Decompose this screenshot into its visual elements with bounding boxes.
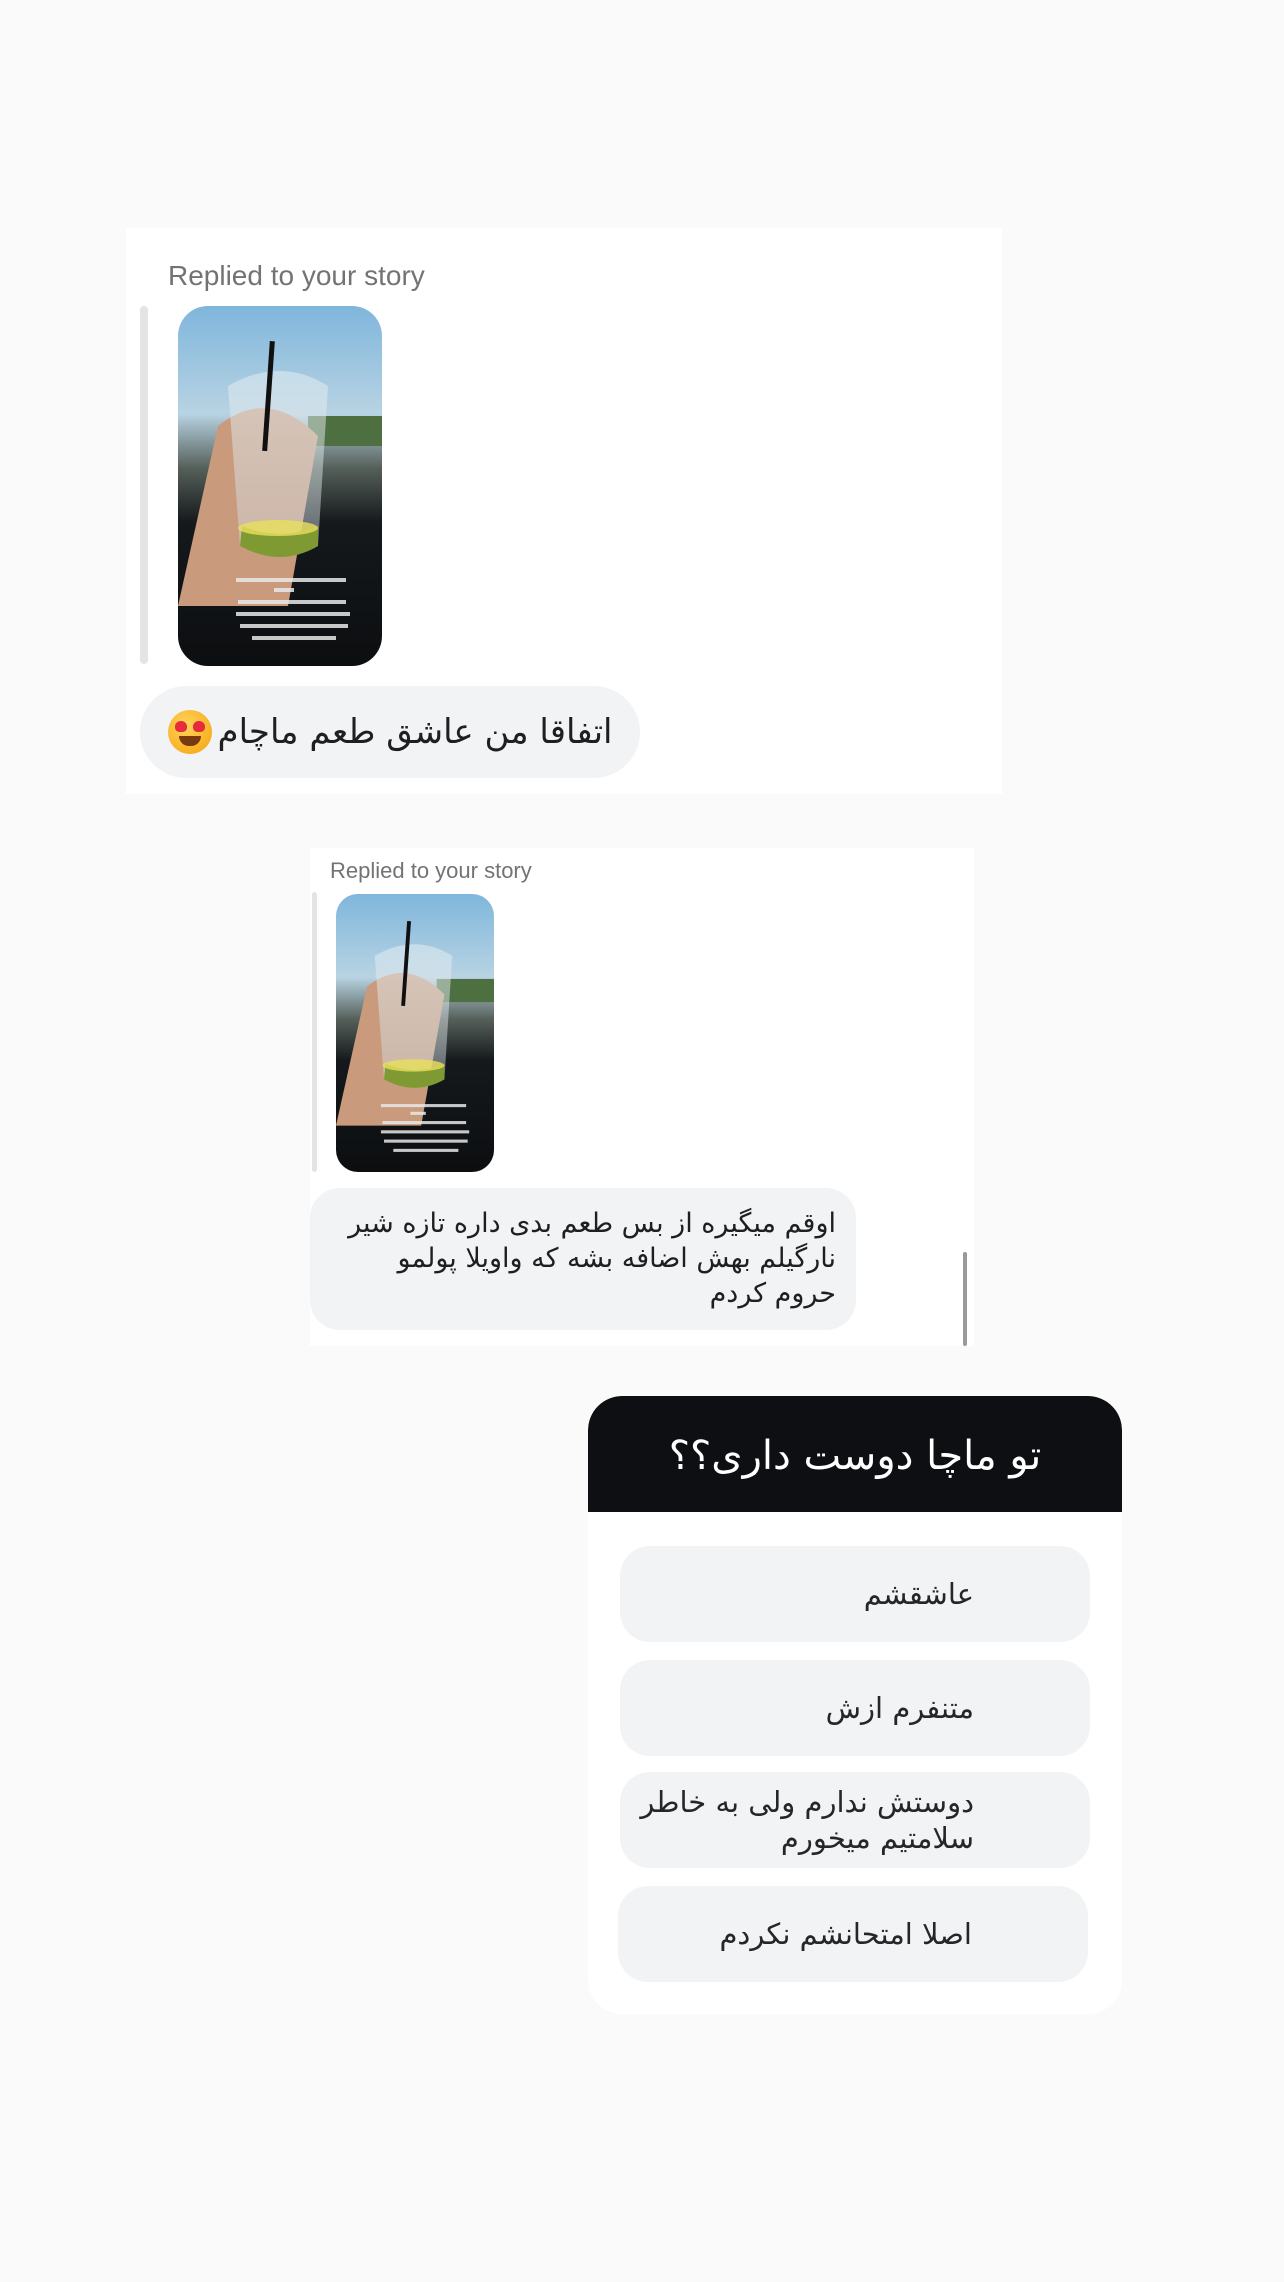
story-thumbnail[interactable] — [336, 894, 494, 1172]
poll-option[interactable]: عاشقشم — [620, 1546, 1090, 1642]
poll-option[interactable]: دوستش ندارم ولی به خاطر سلامتیم میخورم — [620, 1772, 1090, 1868]
quote-bar — [140, 306, 148, 664]
poll-option-label: متنفرم ازش — [825, 1691, 974, 1725]
message-text: اوقم میگیره از بس طعم بدی داره تازه شیر … — [348, 1208, 836, 1309]
story-reply-message-1: Replied to your story اتفاقا من عاشق طعم… — [126, 228, 1002, 794]
scrollbar[interactable] — [963, 1252, 967, 1346]
heart-eyes-emoji-icon — [167, 710, 212, 754]
quote-bar — [312, 892, 317, 1172]
story-thumbnail[interactable] — [178, 306, 382, 666]
poll-option-label: عاشقشم — [863, 1577, 974, 1611]
story-reply-message-2: Replied to your story اوقم میگیره از بس … — [310, 848, 974, 1346]
poll-sticker: تو ماچا دوست داری؟؟ عاشقشم متنفرم ازش دو… — [588, 1396, 1122, 2014]
message-bubble[interactable]: اوقم میگیره از بس طعم بدی داره تازه شیر … — [310, 1188, 856, 1330]
poll-option[interactable]: متنفرم ازش — [620, 1660, 1090, 1756]
message-bubble[interactable]: اتفاقا من عاشق طعم ماچام — [140, 686, 640, 778]
poll-option-label: دوستش ندارم ولی به خاطر سلامتیم میخورم — [640, 1785, 974, 1855]
poll-option[interactable]: اصلا امتحانشم نکردم — [618, 1886, 1088, 1982]
message-text: اتفاقا من عاشق طعم ماچام — [217, 712, 613, 752]
poll-question: تو ماچا دوست داری؟؟ — [588, 1396, 1122, 1512]
poll-option-label: اصلا امتحانشم نکردم — [719, 1917, 972, 1951]
replied-label: Replied to your story — [168, 260, 425, 291]
replied-label: Replied to your story — [330, 858, 532, 883]
